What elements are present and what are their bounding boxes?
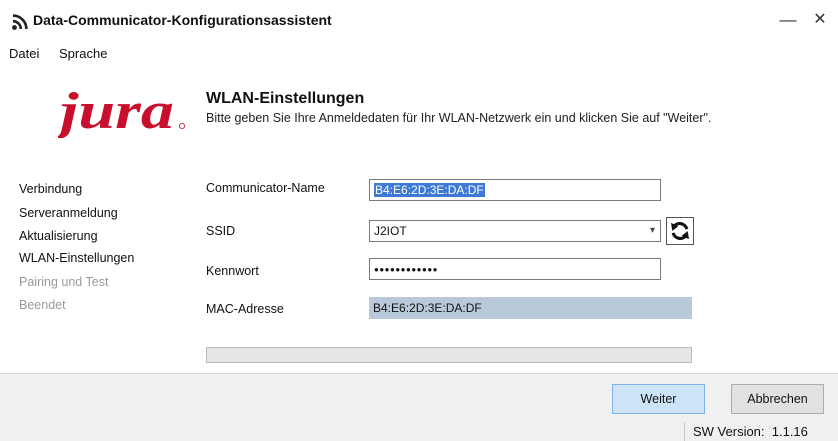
next-button[interactable]: Weiter bbox=[612, 384, 705, 414]
step-serveranmeldung: Serveranmeldung bbox=[19, 206, 118, 220]
password-input[interactable]: ●●●●●●●●●●●● bbox=[369, 258, 661, 280]
communicator-name-label: Communicator-Name bbox=[206, 181, 325, 195]
ssid-select[interactable]: J2IOT ▾ bbox=[369, 220, 661, 242]
progress-bar bbox=[206, 347, 692, 363]
close-button[interactable]: ✕ bbox=[809, 8, 831, 32]
password-label: Kennwort bbox=[206, 264, 259, 278]
mac-address-label: MAC-Adresse bbox=[206, 302, 284, 316]
step-verbindung: Verbindung bbox=[19, 182, 83, 196]
step-beendet: Beendet bbox=[19, 298, 66, 312]
page-title: WLAN-Einstellungen bbox=[206, 90, 365, 107]
communicator-name-input[interactable]: B4:E6:2D:3E:DA:DF bbox=[369, 179, 661, 201]
jura-logo: jura bbox=[58, 83, 186, 138]
status-divider bbox=[684, 422, 685, 441]
menu-datei[interactable]: Datei bbox=[9, 46, 39, 61]
logo-text: jura bbox=[58, 83, 174, 138]
menu-sprache[interactable]: Sprache bbox=[59, 46, 107, 61]
sw-version-label: SW Version: 1.1.16 bbox=[693, 424, 808, 439]
window-title: Data-Communicator-Konfigurationsassisten… bbox=[33, 12, 332, 28]
mac-address-value: B4:E6:2D:3E:DA:DF bbox=[373, 301, 482, 315]
step-pairing-und-test: Pairing und Test bbox=[19, 275, 109, 289]
communicator-name-value: B4:E6:2D:3E:DA:DF bbox=[374, 183, 485, 197]
password-value: ●●●●●●●●●●●● bbox=[374, 265, 438, 274]
refresh-icon bbox=[671, 221, 689, 241]
page-subtitle: Bitte geben Sie Ihre Anmeldedaten für Ih… bbox=[206, 111, 712, 125]
ssid-label: SSID bbox=[206, 224, 236, 238]
menu-bar: Datei Sprache bbox=[0, 42, 838, 64]
mac-address-field: B4:E6:2D:3E:DA:DF bbox=[369, 297, 692, 319]
wifi-signal-icon bbox=[12, 14, 28, 30]
refresh-button[interactable] bbox=[666, 217, 694, 245]
minimize-button[interactable]: — bbox=[777, 8, 799, 32]
ssid-value: J2IOT bbox=[374, 224, 407, 238]
chevron-down-icon[interactable]: ▾ bbox=[650, 224, 655, 238]
cancel-button[interactable]: Abbrechen bbox=[731, 384, 824, 414]
step-aktualisierung: Aktualisierung bbox=[19, 229, 98, 243]
step-wlan-einstellungen: WLAN-Einstellungen bbox=[19, 251, 135, 265]
